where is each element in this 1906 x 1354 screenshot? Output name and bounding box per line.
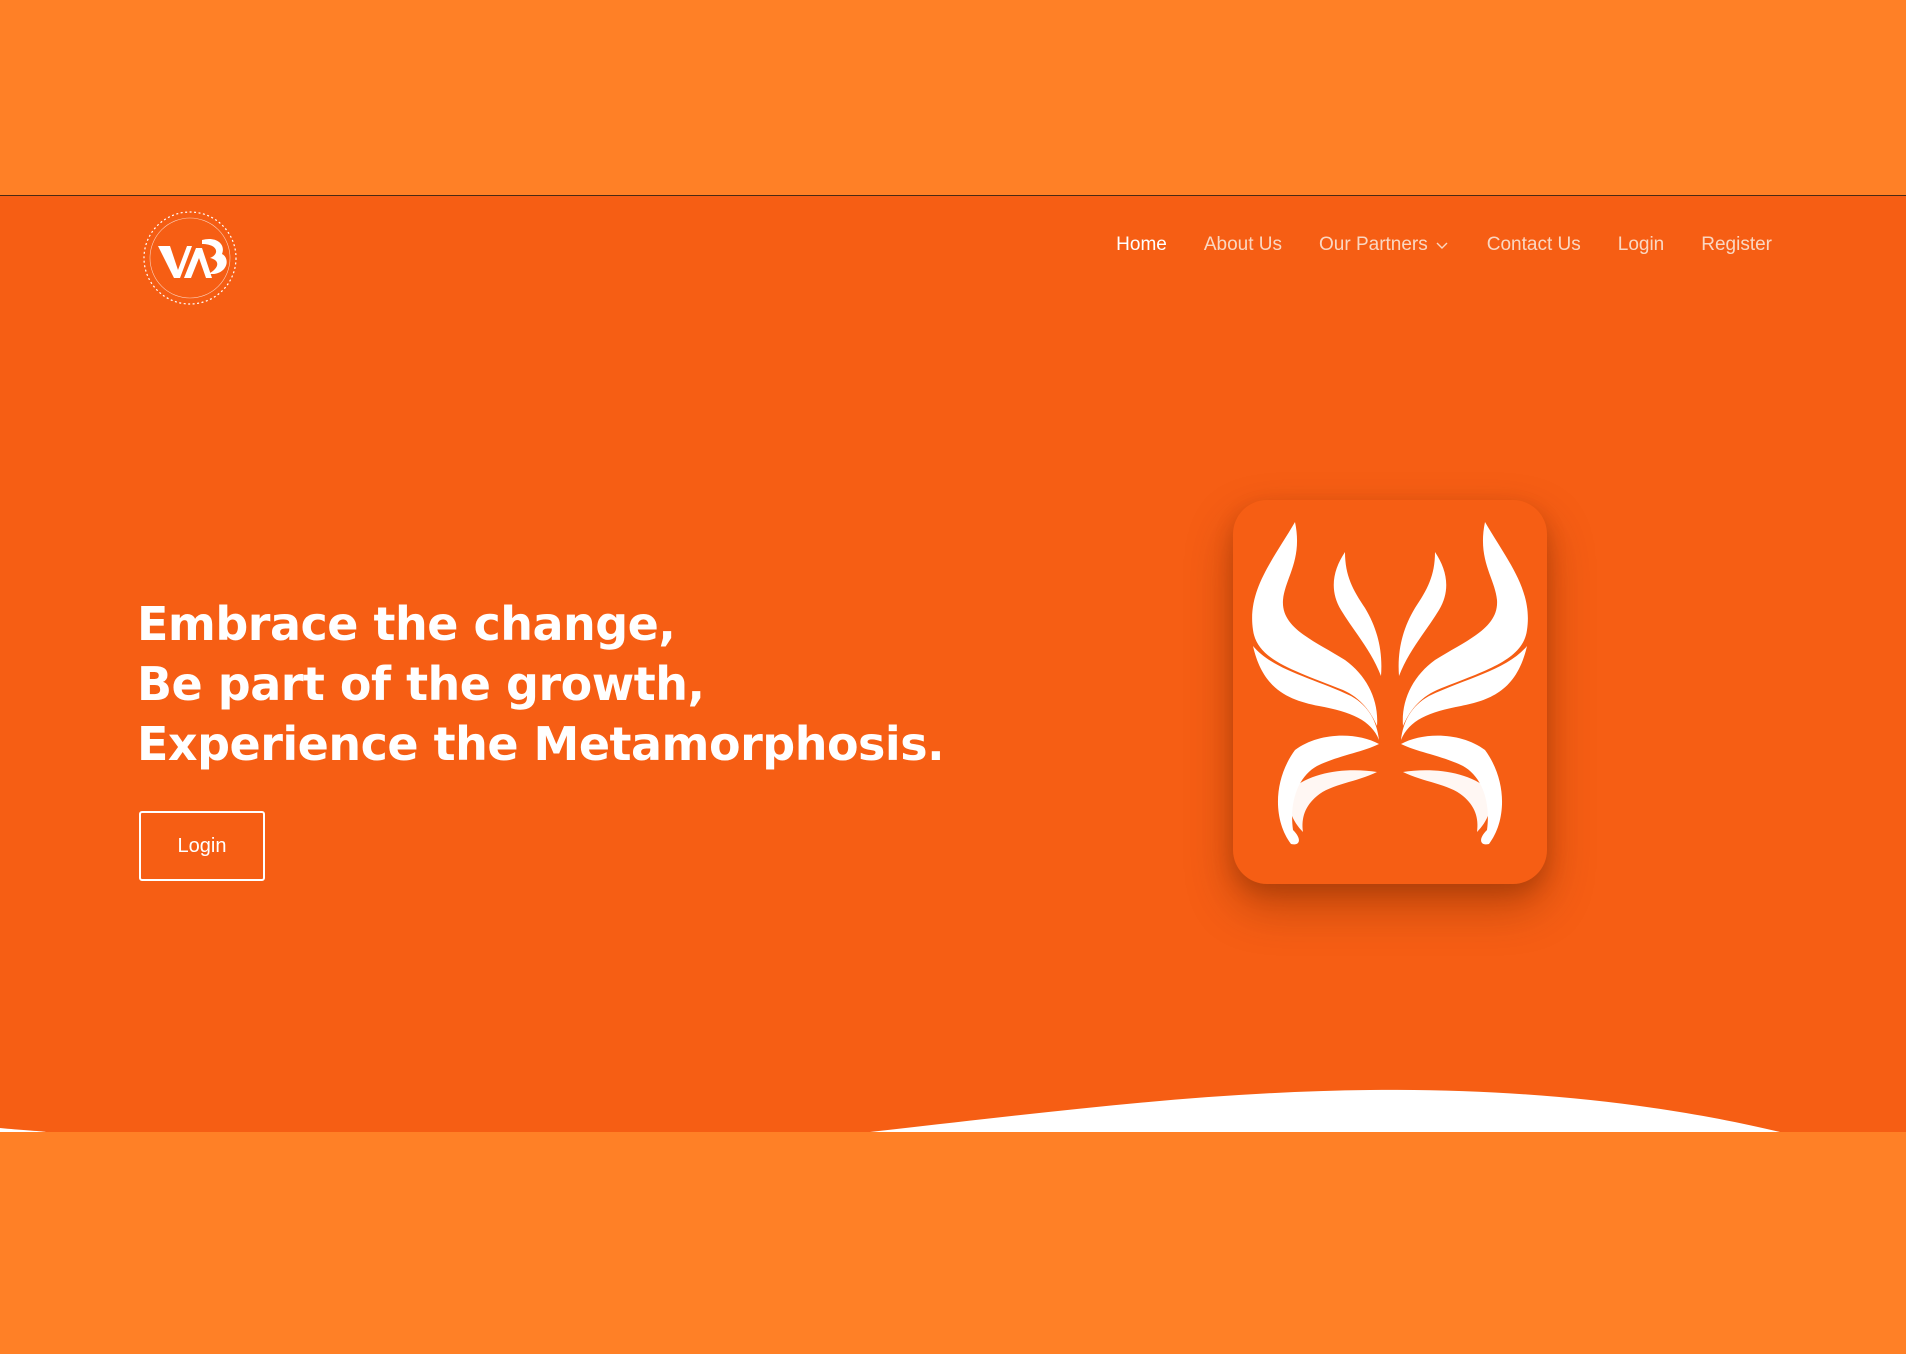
top-band <box>0 0 1906 195</box>
hero-section: Home About Us Our Partners Contact Us Lo… <box>0 195 1906 1133</box>
emblem-card <box>1233 500 1547 884</box>
bottom-band <box>0 1132 1906 1354</box>
nav-login[interactable]: Login <box>1618 234 1665 256</box>
nav-our-partners-label: Our Partners <box>1319 234 1428 255</box>
nav-login-label: Login <box>1617 234 1665 255</box>
hero-headline: Embrace the change, Be part of the growt… <box>137 594 945 774</box>
bottom-wave <box>0 1089 1780 1132</box>
nav-contact-us-label: Contact Us <box>1486 234 1581 255</box>
nav-register[interactable]: Register <box>1701 234 1772 256</box>
nav-about-us[interactable]: About Us <box>1204 234 1282 256</box>
hero-line-3: Experience the Metamorphosis. <box>137 717 945 771</box>
butterfly-emblem-icon <box>1252 522 1528 845</box>
hero-login-button[interactable]: Login <box>139 811 265 881</box>
nav-home[interactable]: Home <box>1116 234 1167 256</box>
nav-our-partners[interactable]: Our Partners <box>1319 234 1450 256</box>
logo-icon <box>143 211 237 305</box>
nav-contact-us[interactable]: Contact Us <box>1487 234 1581 256</box>
chevron-down-icon <box>1436 242 1448 249</box>
hero-line-1: Embrace the change, <box>137 597 676 651</box>
site-logo[interactable] <box>140 208 240 308</box>
nav-about-us-label: About Us <box>1203 234 1282 255</box>
hero-line-2: Be part of the growth, <box>137 657 705 711</box>
main-nav: Home About Us Our Partners Contact Us Lo… <box>1079 234 1772 256</box>
nav-home-label: Home <box>1116 234 1167 255</box>
nav-register-label: Register <box>1701 234 1772 255</box>
